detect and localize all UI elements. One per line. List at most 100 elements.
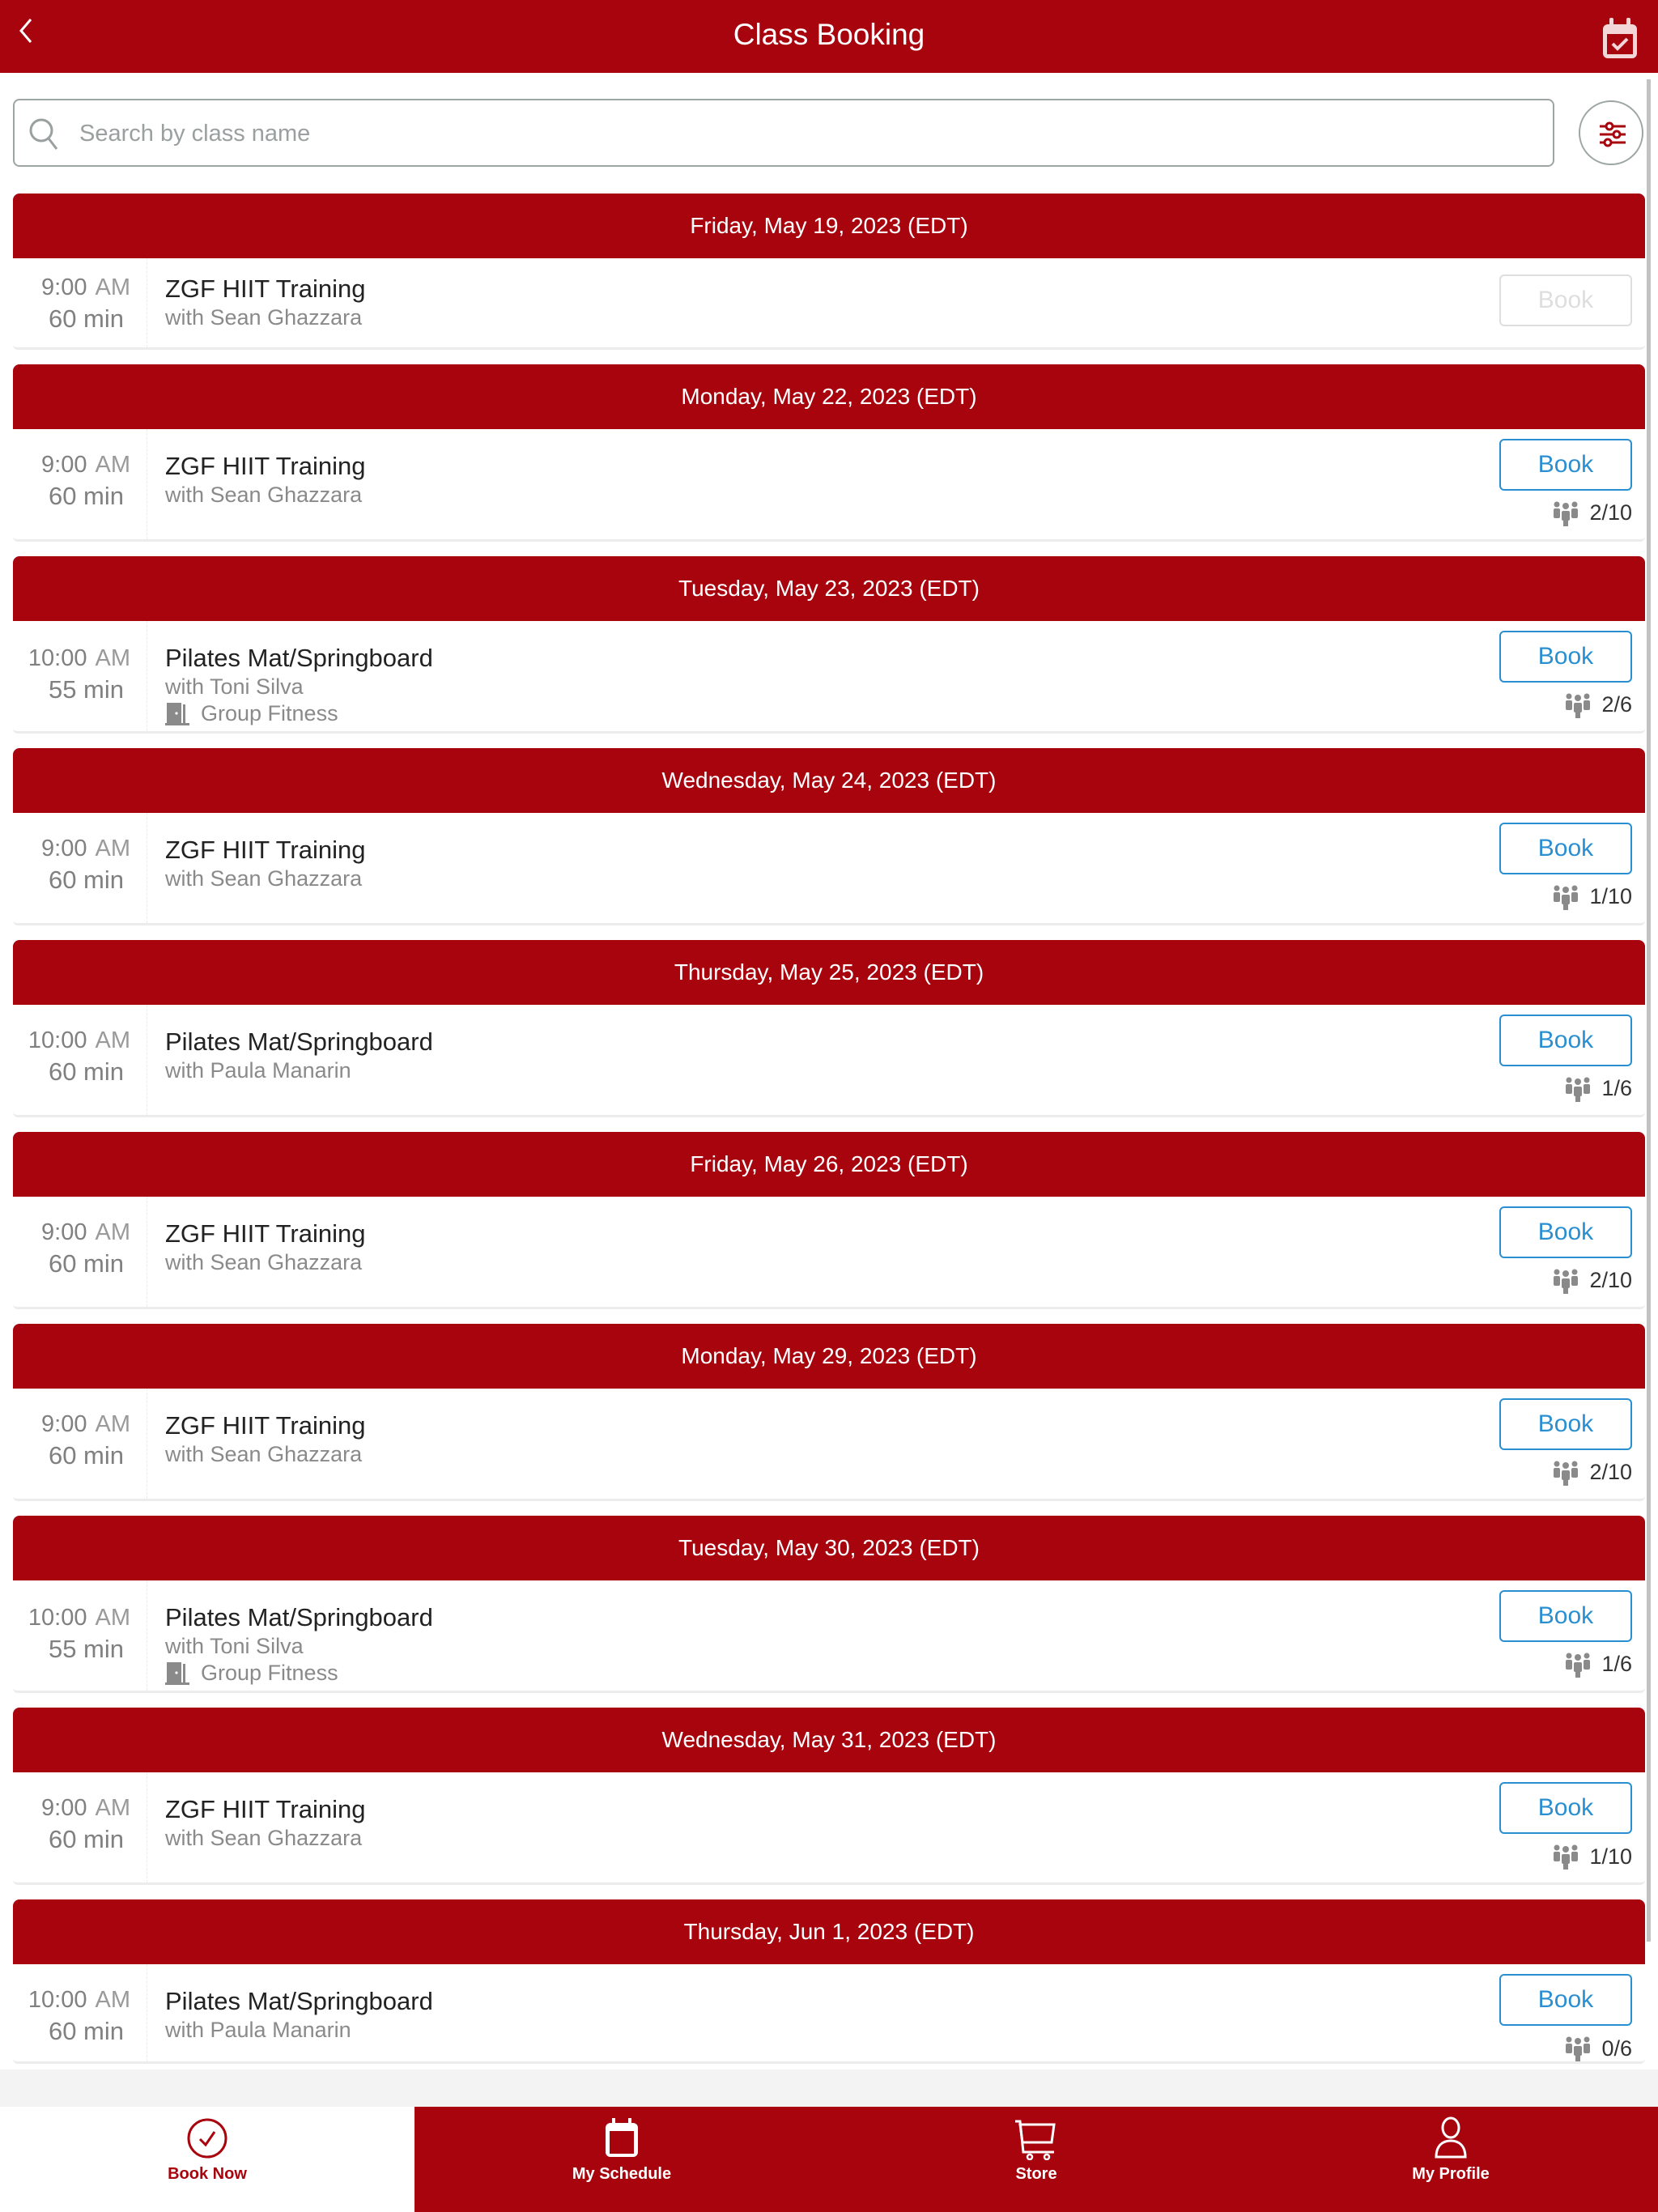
class-name: ZGF HIIT Training (165, 835, 366, 864)
class-info: ZGF HIIT Training with Sean Ghazzara (165, 452, 366, 508)
class-name: Pilates Mat/Springboard (165, 1602, 433, 1631)
room-door-icon (165, 1662, 189, 1686)
class-name: ZGF HIIT Training (165, 274, 366, 303)
search-icon (29, 118, 58, 150)
spots-count: 1/10 (1552, 1844, 1632, 1870)
search-input[interactable] (79, 108, 1537, 159)
class-session-row[interactable]: 9:00 AM 60 min ZGF HIIT Training with Sean G… (13, 1196, 1645, 1309)
time-column: 10:00 AM 60 min (13, 1004, 147, 1115)
calendar-icon (606, 2118, 638, 2157)
class-info: ZGF HIIT Training with Sean Ghazzara (165, 836, 366, 891)
class-session-row[interactable]: 10:00 AM 55 min Pilates Mat/Springboard with… (13, 1580, 1645, 1694)
instructor: with Sean Ghazzara (165, 866, 363, 891)
day-group: Thursday, Jun 1, 2023 (EDT) 10:00 AM 60 min… (13, 1899, 1645, 2065)
tab-my-schedule[interactable]: My Schedule (414, 2107, 829, 2212)
instructor: with Sean Ghazzara (165, 1249, 363, 1274)
tab-label: Book Now (168, 2165, 247, 2183)
start-time: 10:00 AM (28, 1987, 130, 2014)
duration: 60 min (48, 1440, 124, 1470)
date-header: Monday, May 22, 2023 (EDT) (13, 364, 1645, 429)
book-button[interactable]: Book (1499, 1206, 1632, 1258)
book-button[interactable]: Book (1499, 1589, 1632, 1642)
duration: 60 min (48, 1825, 124, 1854)
class-name: Pilates Mat/Springboard (165, 1987, 433, 2016)
class-session-row[interactable]: 9:00 AM 60 min ZGF HIIT Training with Sean G… (13, 1772, 1645, 1886)
class-session-row[interactable]: 9:00 AM 60 min ZGF HIIT Training with Sean G… (13, 257, 1645, 350)
tab-store[interactable]: Store (829, 2107, 1244, 2212)
book-button[interactable]: Book (1499, 438, 1632, 491)
spots-value: 1/6 (1601, 1076, 1632, 1101)
book-button[interactable]: Book (1499, 1974, 1632, 2027)
spots-count: 1/6 (1564, 1652, 1632, 1678)
day-group: Friday, May 26, 2023 (EDT) 9:00 AM 60 min ZG… (13, 1131, 1645, 1309)
start-time: 10:00 AM (28, 1604, 130, 1631)
duration: 55 min (48, 674, 124, 704)
class-session-row[interactable]: 9:00 AM 60 min ZGF HIIT Training with Sean G… (13, 1388, 1645, 1501)
instructor: with Toni Silva (165, 1633, 304, 1658)
date-header: Wednesday, May 24, 2023 (EDT) (13, 747, 1645, 813)
sliders-icon (1600, 121, 1626, 147)
room-door-icon (165, 703, 189, 726)
book-button[interactable]: Book (1499, 1397, 1632, 1450)
class-name: Pilates Mat/Springboard (165, 643, 433, 672)
class-session-row[interactable]: 10:00 AM 55 min Pilates Mat/Springboard with… (13, 620, 1645, 734)
duration: 60 min (48, 304, 124, 333)
scrollbar[interactable] (1647, 79, 1651, 1942)
book-button[interactable]: Book (1499, 274, 1632, 326)
class-session-row[interactable]: 10:00 AM 60 min Pilates Mat/Springboard with… (13, 1004, 1645, 1117)
class-name: ZGF HIIT Training (165, 451, 366, 480)
bottom-tab-bar: Book Now My Schedule Store My Profile (0, 2107, 1658, 2212)
day-group: Tuesday, May 23, 2023 (EDT) 10:00 AM 55 min… (13, 555, 1645, 734)
check-circle-icon (187, 2118, 227, 2159)
day-group: Friday, May 19, 2023 (EDT) 9:00 AM 60 min ZG… (13, 193, 1645, 350)
class-info: ZGF HIIT Training with Sean Ghazzara (165, 1219, 366, 1275)
people-icon (1566, 1077, 1591, 1102)
instructor: with Sean Ghazzara (165, 482, 363, 507)
time-column: 10:00 AM 55 min (13, 620, 147, 731)
filter-button[interactable] (1579, 100, 1643, 165)
duration: 60 min (48, 1057, 124, 1086)
time-column: 9:00 AM 60 min (13, 1388, 147, 1499)
day-group: Tuesday, May 30, 2023 (EDT) 10:00 AM 55 min… (13, 1515, 1645, 1694)
people-icon (1554, 1269, 1579, 1294)
book-button[interactable]: Book (1499, 1782, 1632, 1835)
time-column: 9:00 AM 60 min (13, 812, 147, 923)
day-group: Wednesday, May 31, 2023 (EDT) 9:00 AM 60 mi… (13, 1708, 1645, 1886)
people-icon (1566, 2036, 1591, 2062)
class-name: ZGF HIIT Training (165, 1795, 366, 1824)
duration: 60 min (48, 481, 124, 510)
spots-count: 2/10 (1552, 1460, 1632, 1486)
tab-book-now[interactable]: Book Now (0, 2107, 414, 2212)
book-button[interactable]: Book (1499, 1014, 1632, 1066)
spots-value: 0/6 (1601, 2035, 1632, 2061)
start-time: 9:00 AM (41, 451, 130, 478)
spots-value: 1/6 (1601, 1652, 1632, 1677)
instructor: with Paula Manarin (165, 2018, 351, 2043)
people-icon (1554, 885, 1579, 910)
people-icon (1566, 1653, 1591, 1678)
class-session-row[interactable]: 9:00 AM 60 min ZGF HIIT Training with Sean G… (13, 812, 1645, 925)
class-info: Pilates Mat/Springboard with Toni Silva Gr… (165, 1603, 433, 1686)
time-column: 9:00 AM 60 min (13, 257, 147, 347)
calendar-check-icon (1603, 18, 1637, 58)
spots-count: 2/10 (1552, 1268, 1632, 1294)
class-name: Pilates Mat/Springboard (165, 1027, 433, 1056)
user-icon (1435, 2116, 1467, 2159)
time-column: 9:00 AM 60 min (13, 1196, 147, 1307)
spots-value: 2/10 (1589, 500, 1632, 525)
room-name: Group Fitness (201, 700, 338, 725)
search-field[interactable] (13, 99, 1554, 167)
room-location: Group Fitness (165, 1661, 433, 1686)
day-group: Monday, May 22, 2023 (EDT) 9:00 AM 60 min ZG… (13, 364, 1645, 542)
tab-my-profile[interactable]: My Profile (1244, 2107, 1658, 2212)
spots-count: 1/6 (1564, 1076, 1632, 1102)
duration: 55 min (48, 1634, 124, 1663)
book-button[interactable]: Book (1499, 822, 1632, 874)
book-button[interactable]: Book (1499, 630, 1632, 683)
instructor: with Sean Ghazzara (165, 1826, 363, 1851)
class-session-row[interactable]: 9:00 AM 60 min ZGF HIIT Training with Sean G… (13, 428, 1645, 542)
class-session-row[interactable]: 10:00 AM 60 min Pilates Mat/Springboard with… (13, 1964, 1645, 2065)
day-group: Wednesday, May 24, 2023 (EDT) 9:00 AM 60 mi… (13, 747, 1645, 925)
my-bookings-button[interactable] (1601, 18, 1642, 62)
class-info: Pilates Mat/Springboard with Toni Silva Gr… (165, 644, 433, 726)
